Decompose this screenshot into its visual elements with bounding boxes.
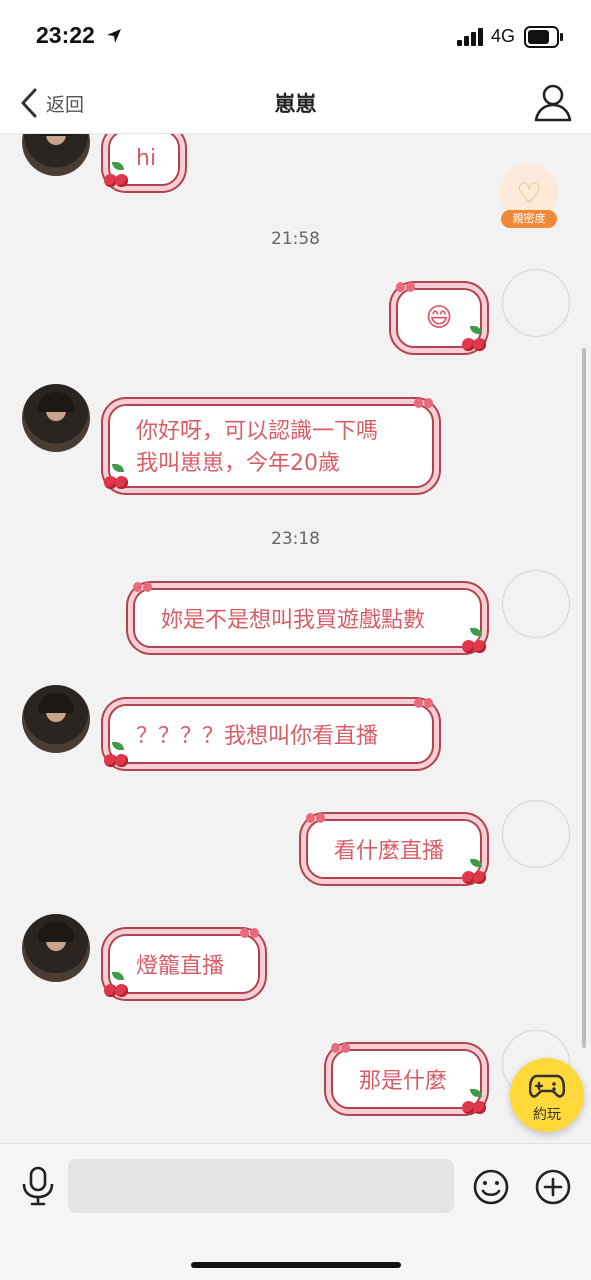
my-avatar[interactable] <box>502 269 570 337</box>
message-bubble: 你好呀，可以認識一下嗎 我叫崽崽，今年20歲 <box>104 398 434 489</box>
profile-icon[interactable] <box>532 82 574 124</box>
bow-decoration <box>396 282 416 294</box>
message-bubble: 那是什麼 <box>331 1043 486 1114</box>
other-avatar[interactable] <box>22 914 90 982</box>
bow-decoration <box>240 928 260 940</box>
microphone-icon[interactable] <box>20 1166 56 1206</box>
bow-decoration <box>331 1043 351 1055</box>
cherry-decoration <box>462 326 488 352</box>
timestamp: 21:58 <box>271 229 320 249</box>
bow-decoration <box>414 698 434 710</box>
message-bubble: 看什麼直播 <box>306 813 486 884</box>
cherry-decoration <box>462 628 488 654</box>
play-together-button[interactable]: 約玩 <box>510 1058 584 1132</box>
status-time: 23:22 <box>36 22 95 48</box>
message-bubble: 😄 <box>396 282 486 351</box>
message-text: 你好呀，可以認識一下嗎 我叫崽崽，今年20歲 <box>136 419 379 476</box>
cherry-decoration <box>104 162 130 188</box>
network-type: 4G <box>491 26 516 46</box>
message-bubble: ？？？？我想叫你看直播 <box>104 698 434 767</box>
status-bar: 23:22 4G <box>0 0 591 72</box>
timestamp: 23:18 <box>271 529 320 549</box>
battery-icon <box>524 26 563 48</box>
play-label: 約玩 <box>533 1107 561 1123</box>
message-text: 妳是不是想叫我買遊戲點數 <box>161 608 426 633</box>
gamepad-icon <box>529 1074 565 1098</box>
message-bubble: 燈籠直播 <box>104 928 260 997</box>
scrollbar[interactable] <box>582 348 586 1048</box>
cherry-decoration <box>104 742 130 768</box>
message-text: 燈籠直播 <box>136 954 225 979</box>
message-text: hi <box>136 145 157 171</box>
cherry-decoration <box>462 1089 488 1115</box>
cherry-decoration <box>104 464 130 490</box>
message-text: 😄 <box>425 303 453 333</box>
message-bubble: hi <box>104 134 180 187</box>
message-bubble: 妳是不是想叫我買遊戲點數 <box>133 582 486 653</box>
emoji-icon[interactable] <box>472 1168 510 1206</box>
message-input[interactable] <box>68 1159 454 1213</box>
my-avatar[interactable] <box>502 800 570 868</box>
input-bar <box>0 1143 591 1280</box>
cherry-decoration <box>462 859 488 885</box>
bow-decoration <box>133 582 153 594</box>
intimacy-badge: 親密度 <box>501 210 557 228</box>
message-text: ？？？？我想叫你看直播 <box>136 724 379 749</box>
signal-icon <box>457 28 483 46</box>
add-icon[interactable] <box>534 1168 572 1206</box>
cherry-decoration <box>104 972 130 998</box>
message-text: 看什麼直播 <box>334 839 445 864</box>
intimacy-button[interactable]: ♡ 親密度 <box>500 164 558 228</box>
nav-bar: 返回 崽崽 <box>0 72 591 134</box>
location-arrow-icon <box>107 29 121 43</box>
bow-decoration <box>414 398 434 410</box>
my-avatar[interactable] <box>502 570 570 638</box>
other-avatar[interactable] <box>22 134 90 176</box>
other-avatar[interactable] <box>22 384 90 452</box>
message-text: 那是什麼 <box>359 1069 448 1094</box>
page-title: 崽崽 <box>274 92 317 116</box>
other-avatar[interactable] <box>22 685 90 753</box>
chat-area[interactable]: hi ♡ 親密度 21:58 😄 你好呀，可以認識一下嗎 我叫崽崽，今年20歲 … <box>0 134 591 1142</box>
bow-decoration <box>306 813 326 825</box>
home-indicator <box>191 1262 401 1268</box>
